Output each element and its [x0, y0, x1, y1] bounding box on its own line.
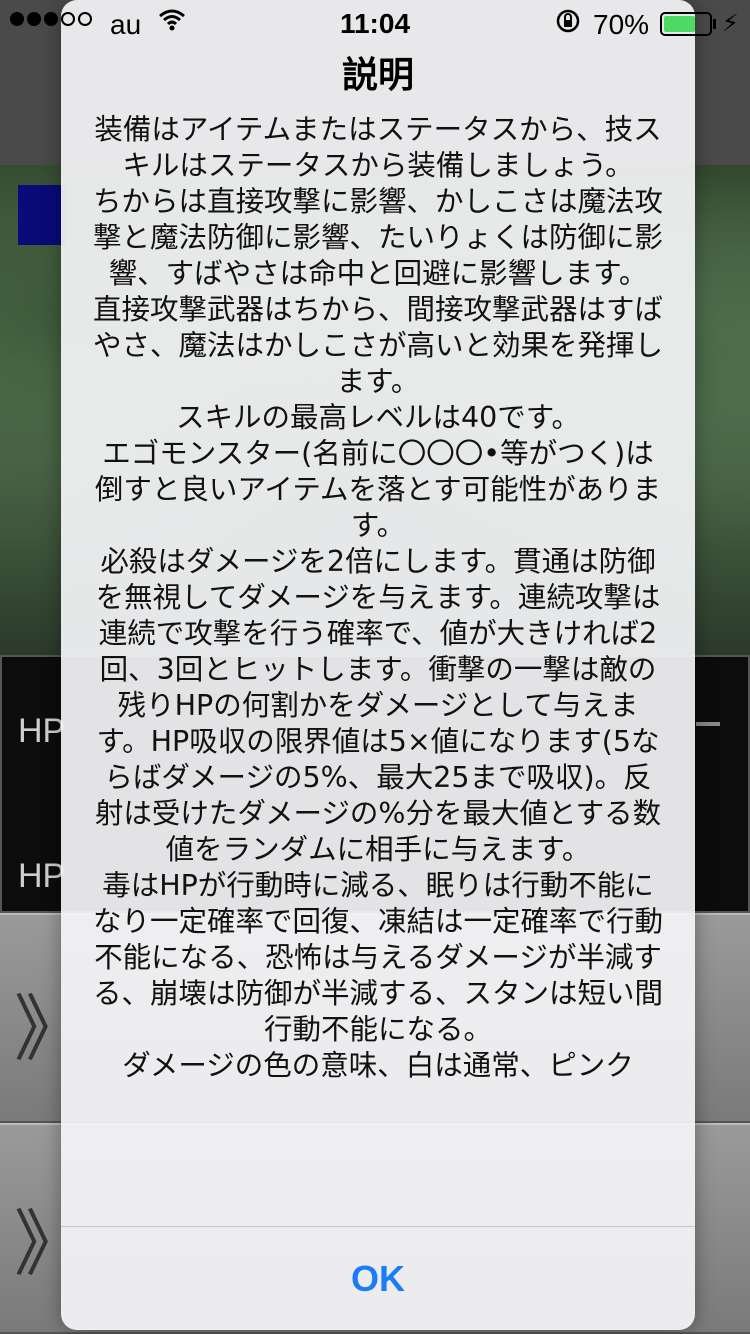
- charging-bolt-icon: ⚡︎: [722, 10, 739, 37]
- rotation-lock-icon: [555, 8, 581, 41]
- message-paragraph: エゴモンスター(名前に〇〇〇•等がつく)は倒すと良いアイテムを落とす可能性があり…: [94, 437, 662, 542]
- status-bar: au 11:04 70% ⚡︎: [0, 0, 750, 46]
- ok-button[interactable]: OK: [61, 1227, 695, 1330]
- alert-title: 説明: [341, 55, 414, 96]
- hp-label: HP: [18, 857, 66, 895]
- hp-label: HP: [18, 712, 66, 750]
- battery-percentage: 70%: [593, 9, 650, 40]
- message-paragraph: ダメージの色の意味、白は通常、ピンク: [122, 1049, 634, 1082]
- alert-dialog: 説明 装備はアイテムまたはステータスから、技スキルはステータスから装備しましょう…: [61, 0, 695, 1330]
- message-paragraph: 直接攻撃武器はちから、間接攻撃武器はすばやさ、魔法はかしこさが高いと効果を発揮し…: [92, 293, 663, 398]
- battery-icon: [660, 12, 712, 36]
- battery-tip: [713, 19, 716, 29]
- blue-menu-button[interactable]: [18, 185, 66, 245]
- message-paragraph: 装備はアイテムまたはステータスから、技スキルはステータスから装備しましょう。: [94, 113, 662, 182]
- message-paragraph: 毒はHPが行動時に減る、眠りは行動不能になり一定確率で回復、凍結は一定確率で行動…: [92, 869, 663, 1046]
- alert-message[interactable]: 装備はアイテムまたはステータスから、技スキルはステータスから装備しましょう。 ち…: [91, 112, 665, 1226]
- battery-level: [664, 16, 695, 32]
- message-paragraph: ちからは直接攻撃に影響、かしこさは魔法攻撃と魔法防御に影響、たいりょくは防御に影…: [92, 185, 663, 290]
- hp-bar: [696, 722, 720, 726]
- message-paragraph: 必殺はダメージを2倍にします。貫通は防御を無視してダメージを与えます。連続攻撃は…: [94, 545, 662, 866]
- message-paragraph: スキルの最高レベルは40です。: [176, 401, 580, 434]
